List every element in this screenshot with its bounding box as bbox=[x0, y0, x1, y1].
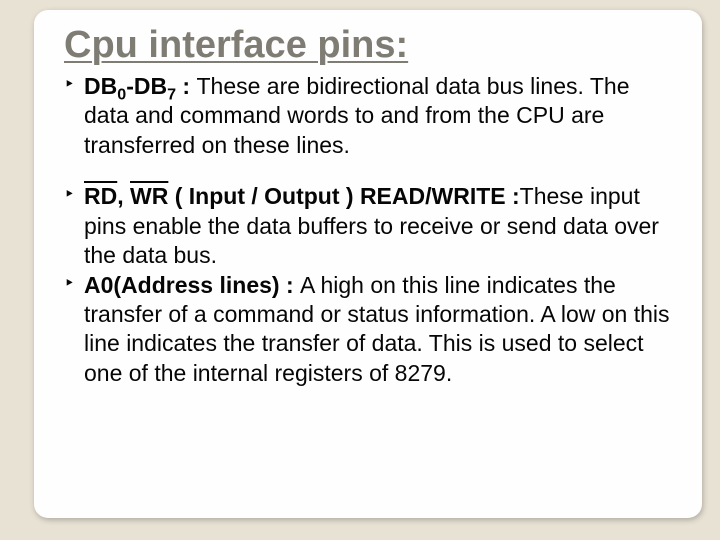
slide-title: Cpu interface pins: bbox=[64, 26, 672, 66]
bullet-rdwr-label: RD, WR ( Input / Output ) READ/WRITE : bbox=[84, 183, 520, 209]
bullet-db: DB0-DB7 : These are bidirectional data b… bbox=[64, 72, 672, 160]
bullet-a0: A0(Address lines) : A high on this line … bbox=[64, 271, 672, 389]
bullet-rdwr: RD, WR ( Input / Output ) READ/WRITE :Th… bbox=[64, 182, 672, 270]
content-panel: Cpu interface pins: DB0-DB7 : These are … bbox=[34, 10, 702, 518]
bullet-db-label: DB0-DB7 : bbox=[84, 73, 196, 99]
slide-frame: Cpu interface pins: DB0-DB7 : These are … bbox=[0, 0, 720, 540]
bullet-list: DB0-DB7 : These are bidirectional data b… bbox=[64, 72, 672, 388]
bullet-a0-label: A0(Address lines) : bbox=[84, 272, 300, 298]
